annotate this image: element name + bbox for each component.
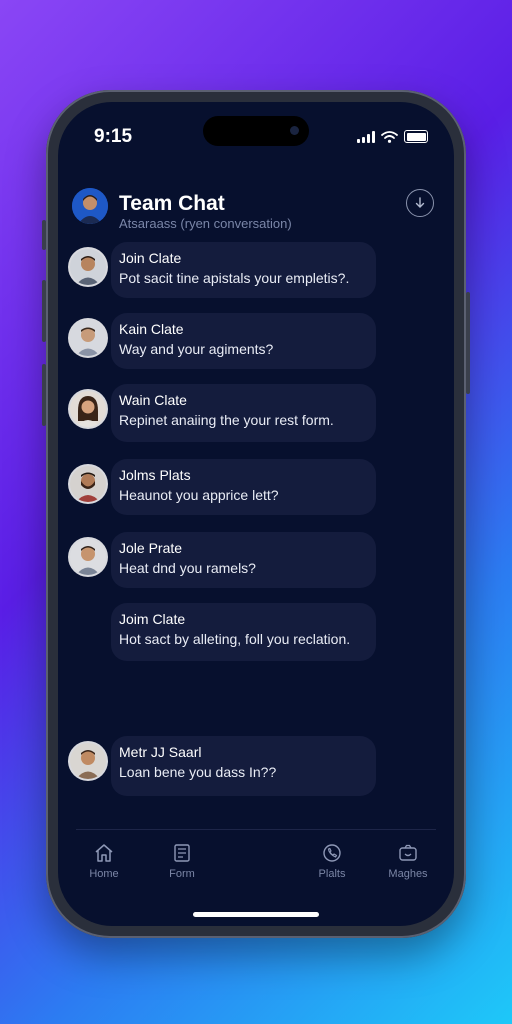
download-icon[interactable] xyxy=(406,189,434,217)
message-sender: Jolms Plats xyxy=(119,467,191,483)
message-bubble[interactable]: Join Clate Pot sacit tine apistals your … xyxy=(111,242,376,298)
side-button-right xyxy=(466,292,470,394)
message-sender: Joim Clate xyxy=(119,611,186,627)
phone-screen: 9:15 Team Chat Atsaraass (ryen conversat… xyxy=(58,102,454,926)
side-button-left-2 xyxy=(42,280,46,342)
nav-item-home[interactable]: Home xyxy=(74,842,134,880)
chat-subtitle: Atsaraass (ryen conversation) xyxy=(119,216,292,231)
nav-label-maghes: Maghes xyxy=(388,868,428,880)
avatar[interactable] xyxy=(70,320,106,356)
nav-label-home: Home xyxy=(89,868,119,880)
signal-icon xyxy=(357,130,375,143)
status-time: 9:15 xyxy=(94,126,133,147)
message-bubble[interactable]: Metr JJ Saarl Loan bene you dass In?? xyxy=(111,736,376,796)
nav-item-plalts[interactable]: Plalts xyxy=(302,842,362,880)
nav-divider xyxy=(76,829,436,830)
avatar[interactable] xyxy=(70,743,106,779)
message-bubble[interactable]: Wain Clate Repinet anaiing the your rest… xyxy=(111,384,376,442)
nav-label-plalts: Plalts xyxy=(318,868,346,880)
avatar[interactable] xyxy=(70,539,106,575)
phone-icon xyxy=(323,844,341,862)
avatar[interactable] xyxy=(70,391,106,427)
dynamic-island xyxy=(203,116,309,146)
side-button-left-3 xyxy=(42,364,46,426)
avatar[interactable] xyxy=(70,249,106,285)
header-avatar[interactable] xyxy=(72,188,108,224)
message-bubble[interactable]: Joim Clate Hot sact by alleting, foll yo… xyxy=(111,603,376,661)
side-button-left-1 xyxy=(42,220,46,250)
home-icon xyxy=(95,844,113,862)
message-sender: Metr JJ Saarl xyxy=(119,744,202,760)
message-bubble[interactable]: Kain Clate Way and your agiments? xyxy=(111,313,376,369)
message-sender: Jole Prate xyxy=(119,540,183,556)
message-text: Heaunot you apprice lett? xyxy=(119,487,279,503)
message-text: Loan bene you dass In?? xyxy=(119,764,277,780)
nav-label-form: Form xyxy=(169,868,195,880)
home-indicator[interactable] xyxy=(193,912,319,917)
camera-icon xyxy=(399,844,417,861)
chat-title: Team Chat xyxy=(119,192,225,215)
message-text: Way and your agiments? xyxy=(119,341,274,357)
message-sender: Join Clate xyxy=(119,250,182,266)
message-sender: Kain Clate xyxy=(119,321,184,337)
avatar[interactable] xyxy=(70,466,106,502)
wifi-icon xyxy=(381,130,398,143)
form-icon xyxy=(174,844,190,862)
status-icons xyxy=(357,130,428,143)
message-sender: Wain Clate xyxy=(119,392,187,408)
message-text: Hot sact by alleting, foll you reclation… xyxy=(119,631,351,647)
nav-item-form[interactable]: Form xyxy=(152,842,212,880)
message-text: Repinet anaiing the your rest form. xyxy=(119,412,334,428)
message-text: Pot sacit tine apistals your empletis?. xyxy=(119,270,350,286)
message-bubble[interactable]: Jole Prate Heat dnd you ramels? xyxy=(111,532,376,588)
message-bubble[interactable]: Jolms Plats Heaunot you apprice lett? xyxy=(111,459,376,515)
battery-icon xyxy=(404,130,428,143)
nav-item-maghes[interactable]: Maghes xyxy=(378,842,438,880)
message-text: Heat dnd you ramels? xyxy=(119,560,256,576)
